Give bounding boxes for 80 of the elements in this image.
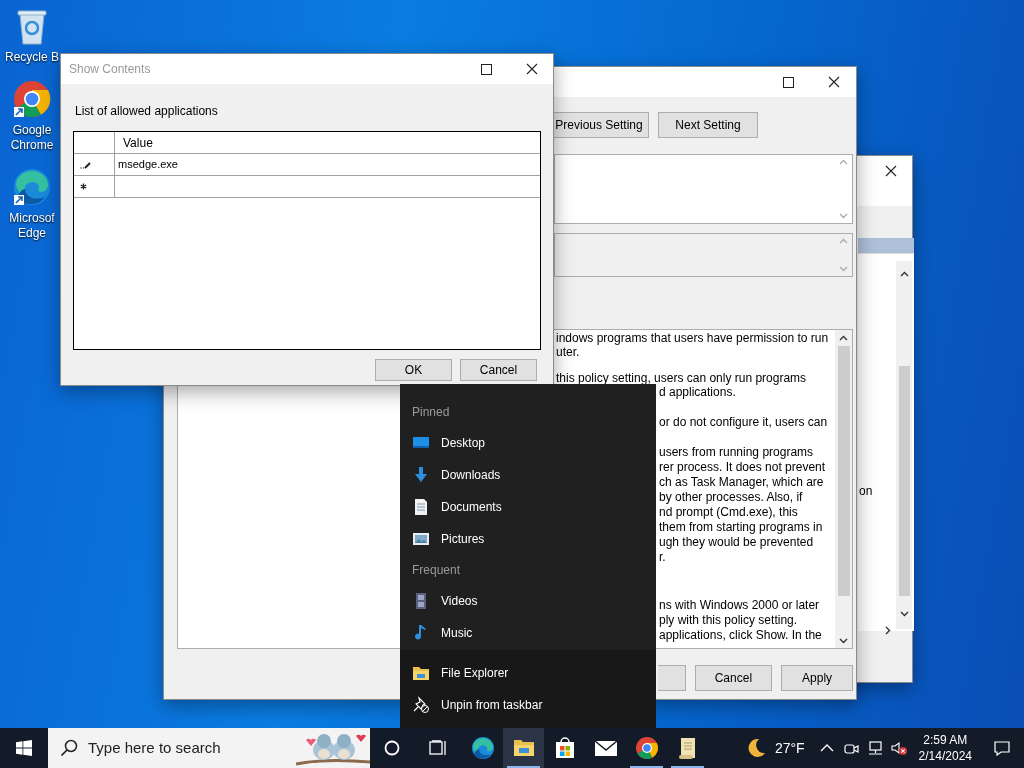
menu-item[interactable]: Pictures <box>400 523 656 555</box>
taskbar-app-button[interactable] <box>503 728 544 768</box>
windows-logo-icon <box>16 740 32 756</box>
help-text: nd prompt (Cmd.exe), this <box>659 505 798 520</box>
notification-icon <box>994 740 1010 756</box>
chevron-down-icon[interactable] <box>900 611 909 617</box>
menu-item[interactable]: Documents <box>400 491 656 523</box>
text-fragment: on <box>859 483 873 500</box>
chrome-icon[interactable] <box>12 79 52 119</box>
menu-item[interactable]: Videos <box>400 585 656 617</box>
menu-item[interactable]: Music <box>400 617 656 649</box>
pencil-icon <box>80 160 92 169</box>
close-icon[interactable] <box>885 165 897 177</box>
table-cell[interactable]: msedge.exe <box>115 154 540 175</box>
icon-label[interactable]: Microsof Edge <box>3 211 61 241</box>
search-hint: Type here to search <box>88 737 221 758</box>
help-text: rer process. It does not prevent <box>659 460 826 475</box>
unpin-icon <box>412 696 430 714</box>
help-text: ugh they would be prevented <box>659 535 814 550</box>
help-text: users from running programs <box>659 445 814 460</box>
menu-item[interactable]: Downloads <box>400 459 656 491</box>
help-text: applications, click Show. In the <box>659 628 822 643</box>
chevron-right-icon[interactable] <box>885 626 891 635</box>
clock-date: 2/14/2024 <box>918 748 972 764</box>
weather-button[interactable]: 27°F <box>734 728 815 768</box>
help-text: indows programs that users have permission to run <box>556 331 829 345</box>
scroll-thumb[interactable] <box>899 366 910 596</box>
scroll-thumb[interactable] <box>838 346 850 596</box>
help-text: ns with Windows 2000 or later <box>659 598 820 613</box>
chevron-down-icon[interactable] <box>839 638 848 644</box>
volume-muted-icon <box>890 740 907 756</box>
help-text: ply with this policy setting. <box>659 613 798 628</box>
scrollbar[interactable] <box>835 330 852 648</box>
clock-time: 2:59 AM <box>923 732 968 748</box>
icon-label[interactable]: Google Chrome <box>3 123 61 153</box>
ok-button[interactable]: OK <box>375 359 452 381</box>
picture-frame-icon <box>412 530 430 548</box>
document-icon <box>412 498 430 516</box>
apply-button[interactable]: Apply <box>781 665 853 691</box>
icon-label[interactable]: Recycle B <box>3 50 61 65</box>
help-text: uter. <box>556 345 580 359</box>
chrome-icon <box>634 736 659 760</box>
asterisk-icon <box>80 183 87 190</box>
edge-icon[interactable] <box>12 167 52 207</box>
header-bar <box>858 238 914 253</box>
temperature: 27°F <box>774 738 805 758</box>
close-icon <box>526 63 538 75</box>
menu-item[interactable]: Unpin from taskbar <box>400 689 656 721</box>
section-heading: Pinned <box>411 404 451 421</box>
task-view-icon <box>429 740 447 756</box>
search-box[interactable]: Type here to search <box>48 728 370 768</box>
close-icon <box>828 76 840 88</box>
cancel-button[interactable]: Cancel <box>694 665 773 691</box>
column-header[interactable]: Value <box>115 132 540 153</box>
circle-icon <box>384 740 400 756</box>
menu-item[interactable]: Desktop <box>400 427 656 459</box>
maximize-icon <box>782 76 794 88</box>
maximize-icon <box>480 63 492 75</box>
help-text: d applications. <box>659 385 736 400</box>
network-icon <box>866 740 883 756</box>
help-text: r. <box>659 550 666 565</box>
next-setting-button[interactable]: Next Setting <box>658 112 758 138</box>
edge-icon <box>470 736 495 760</box>
folder-icon <box>412 664 430 682</box>
help-text: ch as Task Manager, which are <box>659 475 824 490</box>
menu-item[interactable]: File Explorer <box>400 657 656 689</box>
help-text: by other processes. Also, if <box>659 490 803 505</box>
scrollbar[interactable] <box>896 261 912 629</box>
help-text: this policy setting, users can only run programs <box>556 371 807 385</box>
help-text: them from starting programs in <box>659 520 823 535</box>
section-heading: Frequent <box>411 562 462 579</box>
clock-button[interactable]: 2:59 AM 2/14/2024 <box>910 728 980 768</box>
chevron-up-icon[interactable] <box>900 271 909 277</box>
chevron-up-icon[interactable] <box>839 335 848 341</box>
help-text: or do not configure it, users can <box>659 415 828 430</box>
search-icon <box>60 739 78 757</box>
download-arrow-icon <box>412 466 430 484</box>
window-title: Show Contents <box>68 61 151 78</box>
list-label: List of allowed applications <box>74 104 219 119</box>
cancel-button[interactable]: Cancel <box>460 359 537 381</box>
